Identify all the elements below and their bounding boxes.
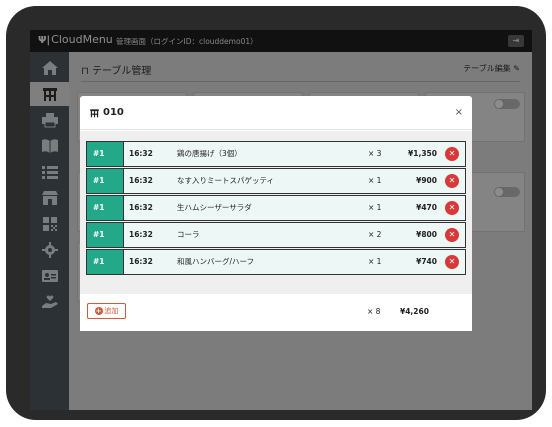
modal-footer: + 追加 × 8 ¥4,260	[80, 294, 472, 331]
modal-title: 010	[89, 107, 124, 118]
order-modal: 010 × #1 16:32 鶏の唐揚げ（3個） × 3 ¥1,350 ✕ #1…	[80, 96, 472, 331]
order-row: #1 16:32 和風ハンバーグ/ハーフ × 1 ¥740 ✕	[86, 249, 466, 275]
order-time: 16:32	[129, 257, 153, 266]
table-number: 010	[103, 107, 124, 118]
order-time: 16:32	[129, 203, 153, 212]
item-qty: × 1	[368, 176, 382, 185]
plus-icon: +	[94, 307, 103, 315]
table-icon	[90, 108, 99, 117]
item-price: ¥740	[416, 257, 437, 266]
order-row: #1 16:32 コーラ × 2 ¥800 ✕	[86, 222, 466, 248]
order-row: #1 16:32 鶏の唐揚げ（3個） × 3 ¥1,350 ✕	[86, 141, 466, 167]
seat-badge: #1	[87, 196, 124, 220]
item-qty: × 1	[368, 257, 382, 266]
add-order-button[interactable]: + 追加	[87, 303, 126, 319]
close-icon: ✕	[448, 257, 456, 266]
modal-header: 010 ×	[80, 96, 472, 130]
item-name: なす入りミートスパゲッティ	[177, 176, 275, 185]
seat-badge: #1	[87, 169, 124, 193]
item-qty: × 2	[368, 230, 382, 239]
item-price: ¥800	[416, 230, 437, 239]
order-time: 16:32	[129, 176, 153, 185]
total-amount: ¥4,260	[400, 307, 429, 316]
item-name: コーラ	[177, 230, 200, 239]
item-price: ¥470	[416, 203, 437, 212]
seat-badge: #1	[87, 250, 124, 274]
item-name: 生ハムシーザーサラダ	[177, 203, 252, 212]
modal-body: #1 16:32 鶏の唐揚げ（3個） × 3 ¥1,350 ✕ #1 16:32…	[80, 131, 472, 294]
add-button-label: 追加	[104, 307, 119, 315]
order-row: #1 16:32 なす入りミートスパゲッティ × 1 ¥900 ✕	[86, 168, 466, 194]
order-list: #1 16:32 鶏の唐揚げ（3個） × 3 ¥1,350 ✕ #1 16:32…	[86, 141, 466, 276]
item-qty: × 1	[368, 203, 382, 212]
item-qty: × 3	[368, 149, 382, 158]
item-name: 和風ハンバーグ/ハーフ	[177, 257, 255, 266]
order-time: 16:32	[129, 149, 153, 158]
seat-badge: #1	[87, 223, 124, 247]
item-price: ¥1,350	[408, 149, 437, 158]
delete-item-button[interactable]: ✕	[445, 255, 459, 269]
close-icon[interactable]: ×	[455, 107, 463, 118]
delete-item-button[interactable]: ✕	[445, 228, 459, 242]
total-quantity: × 8	[367, 307, 381, 316]
delete-item-button[interactable]: ✕	[445, 201, 459, 215]
close-icon: ✕	[448, 230, 456, 239]
close-icon: ✕	[448, 176, 456, 185]
close-icon: ✕	[448, 203, 456, 212]
item-name: 鶏の唐揚げ（3個）	[177, 149, 242, 158]
seat-badge: #1	[87, 142, 124, 166]
delete-item-button[interactable]: ✕	[445, 174, 459, 188]
item-price: ¥900	[416, 176, 437, 185]
delete-item-button[interactable]: ✕	[445, 147, 459, 161]
order-row: #1 16:32 生ハムシーザーサラダ × 1 ¥470 ✕	[86, 195, 466, 221]
order-time: 16:32	[129, 230, 153, 239]
close-icon: ✕	[448, 149, 456, 158]
